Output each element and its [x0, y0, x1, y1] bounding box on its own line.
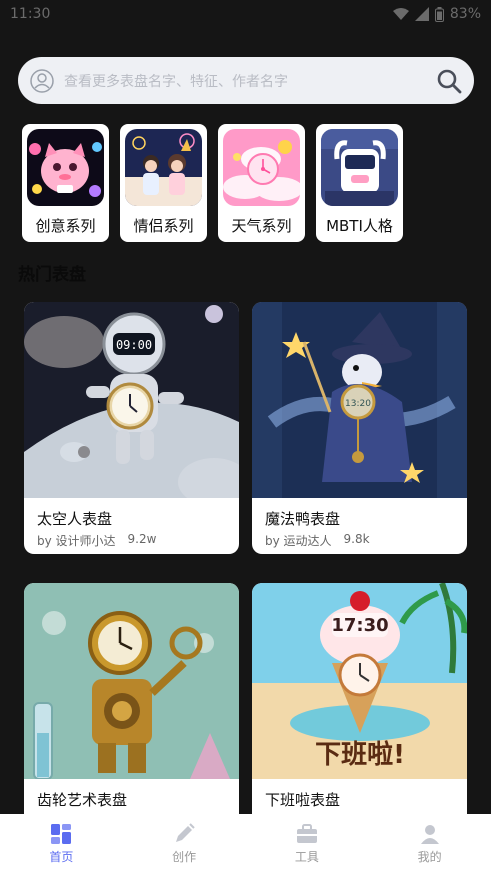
dial-title: 下班啦表盘 — [265, 791, 341, 809]
nav-label: 首页 — [49, 850, 74, 864]
nav-label: 工具 — [294, 850, 319, 864]
battery-level: 83% — [449, 6, 481, 22]
astronaut-clock-text: 09:00 — [116, 338, 152, 352]
user-avatar-icon[interactable] — [30, 68, 54, 93]
status-time: 11:30 — [10, 6, 51, 22]
creative-series-thumbnail — [27, 129, 104, 206]
magic-duck-dial-preview: 13:20 — [252, 302, 467, 498]
series-card-couple[interactable]: 情侣系列 — [120, 124, 207, 242]
gear-art-dial-preview — [24, 583, 239, 779]
search-bar[interactable]: 查看更多表盘名字、特征、作者名字 — [18, 57, 474, 104]
dial-card-magic-duck[interactable]: 13:20 魔法鸭表盘 by 运动达人 9.8k — [252, 302, 467, 554]
section-title: 热门表盘 — [18, 265, 86, 285]
dial-title: 齿轮艺术表盘 — [37, 791, 128, 809]
home-dashboard-icon — [51, 824, 72, 844]
off-work-dial-preview: 17:30 下班啦! — [252, 583, 467, 779]
dial-card-gear-art[interactable]: 齿轮艺术表盘 — [24, 583, 239, 835]
couple-series-thumbnail — [125, 129, 202, 206]
status-icons: 83% — [392, 6, 481, 22]
nav-create[interactable]: 创作 — [123, 814, 246, 873]
dial-author: by 运动达人 — [265, 534, 332, 548]
magic-duck-clock-text: 13:20 — [345, 399, 371, 409]
toolbox-icon — [296, 824, 317, 843]
series-card-weather[interactable]: 天气系列 — [218, 124, 305, 242]
mbti-series-thumbnail — [321, 129, 398, 206]
series-list: 创意系列 情侣系列 天气系列 MBTI人格 — [22, 124, 403, 242]
series-label: 创意系列 — [35, 217, 96, 235]
nav-tools[interactable]: 工具 — [246, 814, 369, 873]
wifi-icon — [392, 8, 409, 20]
dial-card-off-work[interactable]: 17:30 下班啦! 下班啦表盘 — [252, 583, 467, 835]
dial-author: by 设计师小达 — [37, 534, 116, 548]
nav-label: 我的 — [417, 850, 442, 864]
status-bar: 11:30 83% — [0, 0, 491, 28]
off-work-clock-text: 17:30 — [331, 615, 388, 636]
signal-icon — [414, 7, 429, 21]
profile-icon — [420, 825, 439, 844]
series-card-creative[interactable]: 创意系列 — [22, 124, 109, 242]
off-work-banner-text: 下班啦! — [315, 739, 405, 770]
bottom-nav: 首页 创作 工具 我的 — [0, 814, 491, 873]
nav-label: 创作 — [172, 850, 197, 864]
search-icon[interactable] — [436, 68, 462, 94]
series-card-mbti[interactable]: MBTI人格 — [316, 124, 403, 242]
series-label: MBTI人格 — [326, 217, 393, 235]
dial-count: 9.2w — [127, 532, 157, 546]
dial-card-astronaut[interactable]: 09:00 太空人表盘 by 设计师小达 9.2w — [24, 302, 239, 554]
pen-icon — [176, 823, 195, 842]
battery-icon — [434, 6, 444, 22]
nav-mine[interactable]: 我的 — [368, 814, 491, 873]
series-label: 天气系列 — [231, 217, 292, 235]
weather-series-thumbnail — [223, 129, 300, 206]
search-input[interactable]: 查看更多表盘名字、特征、作者名字 — [64, 71, 436, 91]
series-label: 情侣系列 — [133, 217, 194, 235]
dial-meta: by 运动达人 9.8k — [265, 532, 370, 549]
dial-count: 9.8k — [343, 532, 370, 546]
astronaut-dial-preview: 09:00 — [24, 302, 239, 498]
dial-title: 魔法鸭表盘 — [265, 510, 341, 528]
nav-home[interactable]: 首页 — [0, 814, 123, 873]
dial-meta: by 设计师小达 9.2w — [37, 532, 156, 549]
dial-title: 太空人表盘 — [37, 510, 113, 528]
